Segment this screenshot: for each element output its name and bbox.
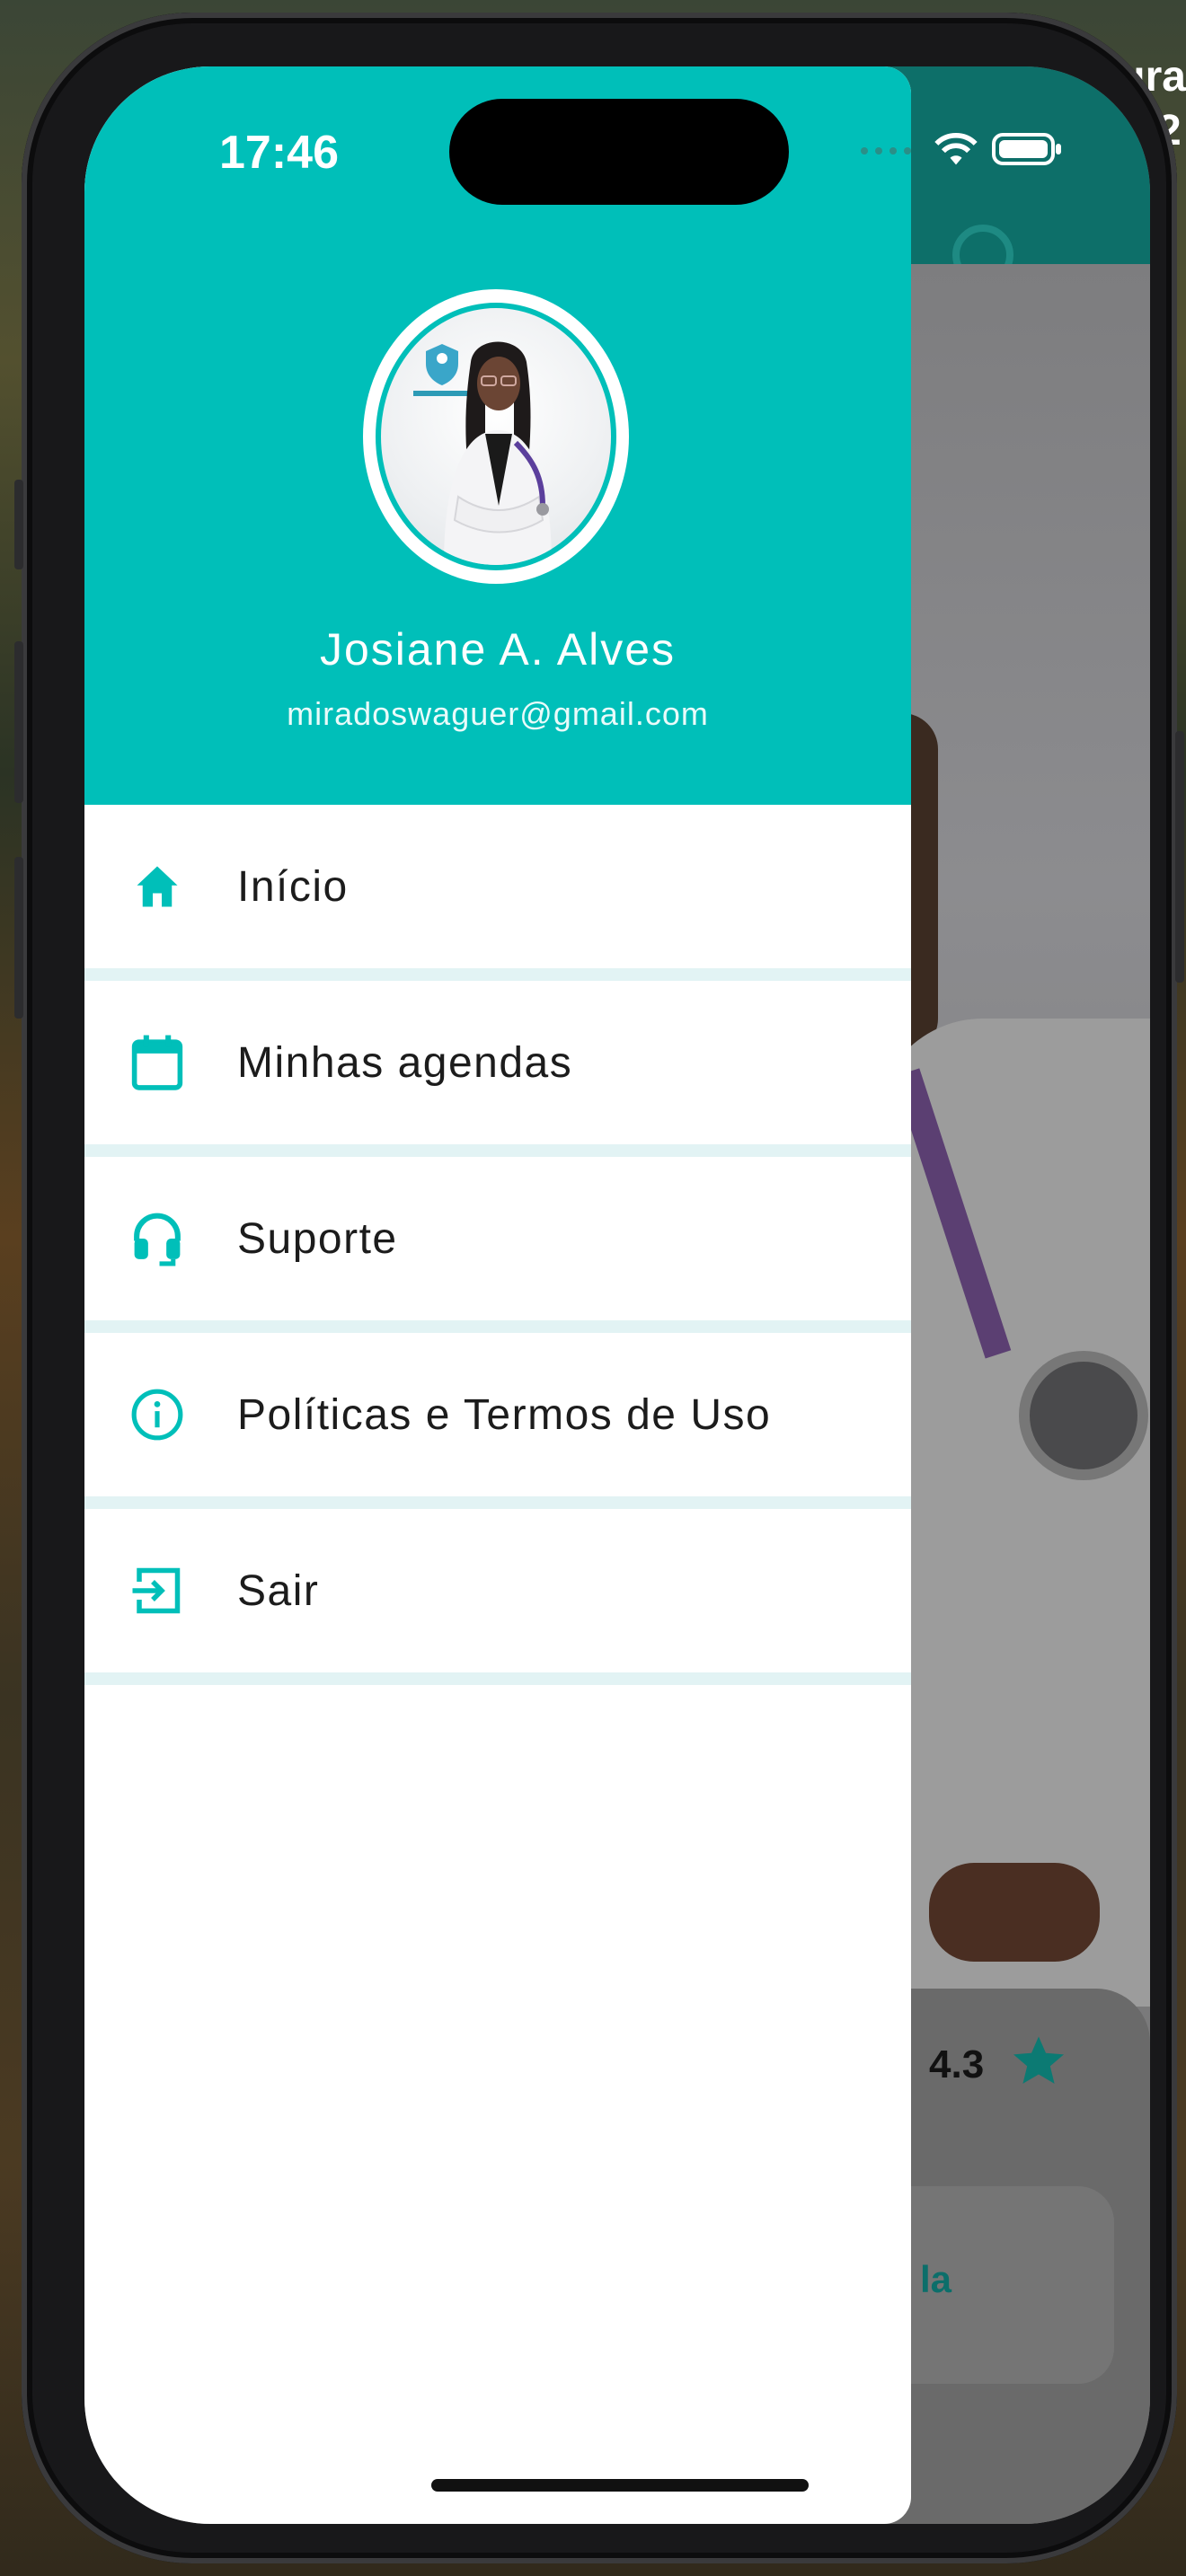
menu-item-label: Sair [237,1566,320,1615]
home-indicator[interactable] [431,2479,809,2492]
power-button [1175,731,1184,983]
headset-icon [129,1211,185,1266]
photo-hand [929,1863,1100,1962]
background-action-button-label: la [920,2258,952,2300]
menu-item-label: Suporte [237,1214,398,1263]
navigation-drawer: 17:46 Josiane A. Alves miradoswaguer@gma… [84,66,911,2524]
status-time: 17:46 [219,127,339,179]
user-email: miradoswaguer@gmail.com [287,695,709,732]
drawer-menu: Início Minhas agendas Suporte Políticas … [84,805,911,1685]
phone-frame: 4.3 la 17:46 Josiane A. Alves miradoswag… [14,13,1184,2563]
volume-up-button [14,641,23,803]
user-name: Josiane A. Alves [319,624,677,675]
photo-stethoscope-chestpiece [1019,1351,1148,1480]
wifi-icon [934,133,978,165]
battery-icon [992,133,1061,165]
menu-item-label: Minhas agendas [237,1038,573,1087]
dynamic-island [449,99,789,205]
menu-item-minhas-agendas[interactable]: Minhas agendas [84,981,911,1157]
menu-item-sair[interactable]: Sair [84,1509,911,1685]
rating-value: 4.3 [929,2042,985,2086]
status-icons [857,131,1064,167]
drawer-header: 17:46 Josiane A. Alves miradoswaguer@gma… [84,66,911,805]
screen: 4.3 la 17:46 Josiane A. Alves miradoswag… [84,66,1150,2524]
action-button [14,480,23,569]
home-icon [129,859,185,914]
person-illustration [413,341,552,565]
menu-item-suporte[interactable]: Suporte [84,1157,911,1333]
info-icon [129,1387,185,1442]
logout-icon [129,1563,185,1619]
menu-item-label: Início [237,862,349,911]
menu-item-label: Políticas e Termos de Uso [237,1390,772,1439]
menu-item-politicas[interactable]: Políticas e Termos de Uso [84,1333,911,1509]
clinic-logo [413,344,473,396]
calendar-icon [129,1035,185,1090]
menu-item-inicio[interactable]: Início [84,805,911,981]
star-icon [1013,2036,1064,2084]
signal-icon [861,147,911,154]
avatar-photo [376,303,616,570]
avatar[interactable] [363,289,629,584]
photo-coat [875,1019,1150,2007]
volume-down-button [14,857,23,1019]
